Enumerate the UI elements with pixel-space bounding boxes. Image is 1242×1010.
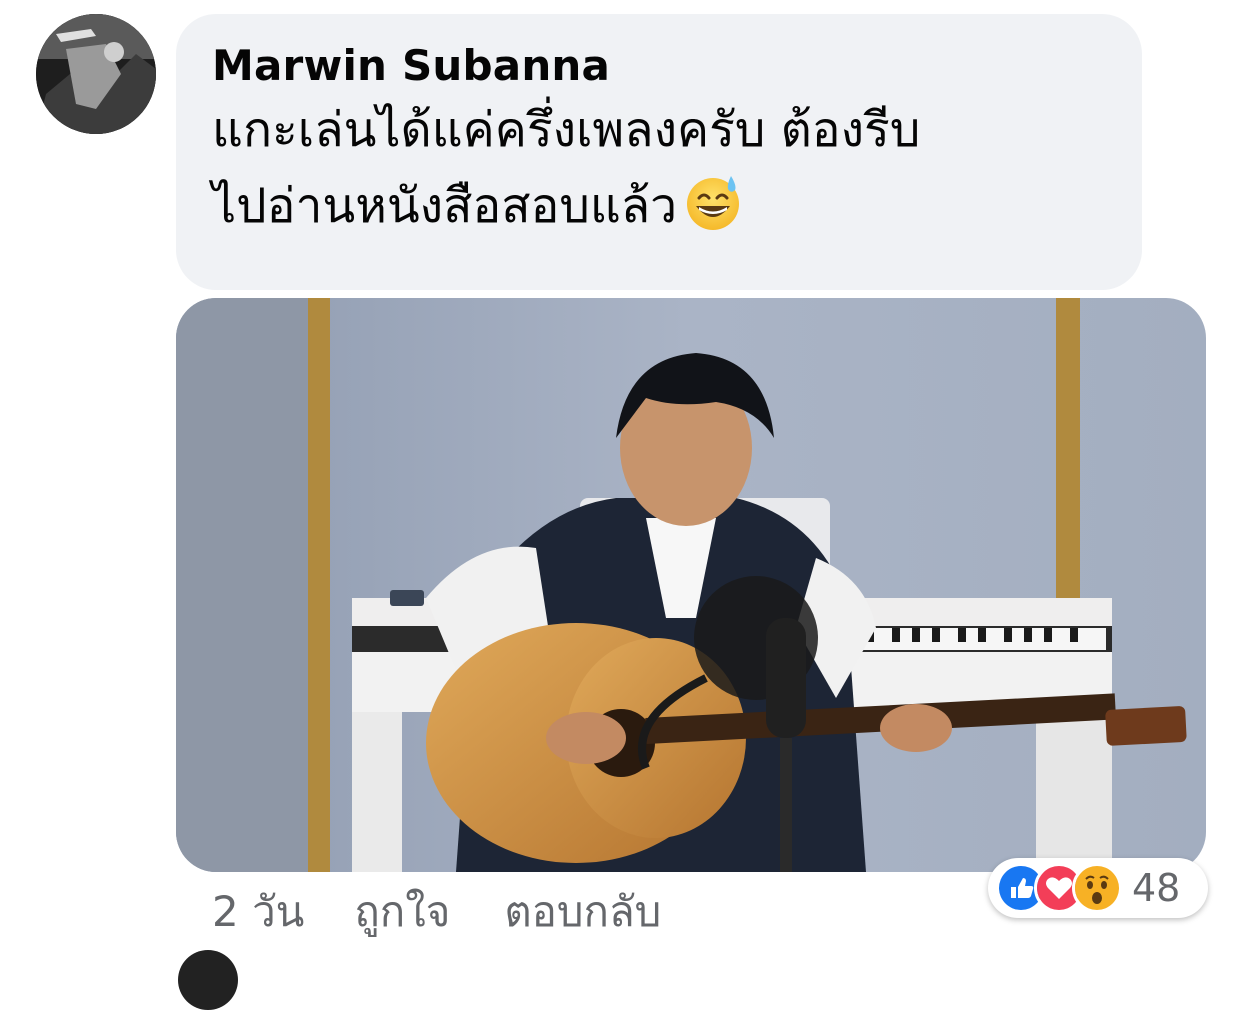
commenter-avatar[interactable]	[36, 14, 156, 134]
comment-text-line-2: ไปอ่านหนังสือสอบแล้ว	[212, 168, 1106, 254]
comment-bubble: Marwin Subanna แกะเล่นได้แค่ครึ่งเพลงครั…	[176, 14, 1142, 290]
next-comment-avatar[interactable]	[178, 950, 238, 1010]
comment-timestamp[interactable]: 2 วัน	[212, 879, 304, 945]
comment-attachment-photo[interactable]	[176, 298, 1206, 872]
comment-text-line-1: แกะเล่นได้แค่ครึ่งเพลงครับ ต้องรีบ	[212, 102, 921, 158]
comment-author[interactable]: Marwin Subanna	[212, 40, 1106, 92]
wow-reaction-icon	[1072, 863, 1122, 913]
comment-text-line-2-text: ไปอ่านหนังสือสอบแล้ว	[212, 178, 678, 234]
like-action-link[interactable]: ถูกใจ	[354, 879, 450, 945]
comment-actions: 2 วัน ถูกใจ ตอบกลับ	[212, 880, 715, 944]
reactions-summary[interactable]: 48	[988, 858, 1208, 918]
reply-action-link[interactable]: ตอบกลับ	[504, 879, 661, 945]
grinning-sweat-emoji-icon	[683, 172, 743, 254]
reaction-count: 48	[1132, 866, 1181, 910]
